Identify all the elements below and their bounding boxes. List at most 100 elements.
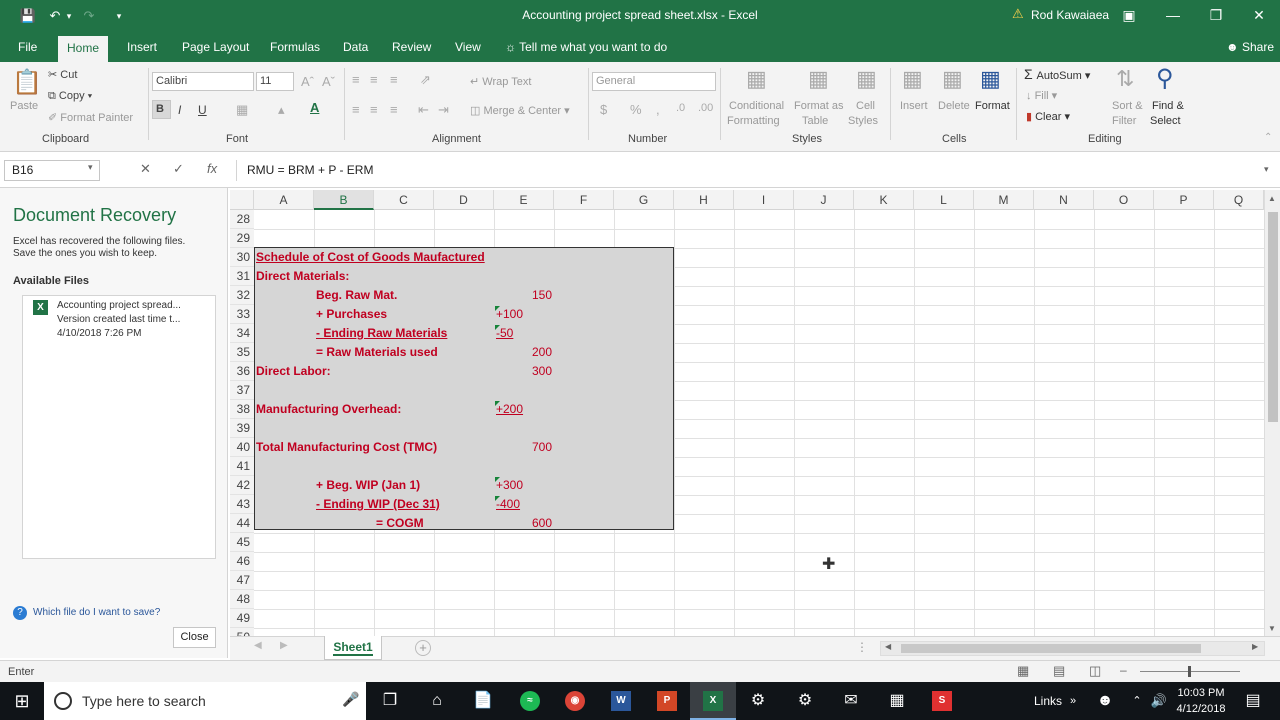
column-header[interactable]: G [614, 190, 674, 210]
toolbar-expand-icon[interactable]: » [1060, 689, 1086, 713]
direct-materials-label[interactable]: Direct Materials: [256, 267, 349, 286]
format-cells-icon[interactable]: ▦ [980, 66, 1001, 92]
column-header[interactable]: H [674, 190, 734, 210]
orientation-icon[interactable]: ⇗ [420, 72, 431, 88]
row-header[interactable]: 46 [230, 552, 254, 571]
raw-used-label[interactable]: = Raw Materials used [316, 343, 438, 362]
tab-view[interactable]: View [446, 32, 490, 62]
top-align-icon[interactable]: ≡ [352, 72, 360, 87]
direct-labor-value[interactable]: 300 [532, 362, 552, 381]
vertical-scrollbar[interactable]: ▲ ▼ [1264, 190, 1280, 636]
row-header[interactable]: 35 [230, 343, 254, 362]
align-center-icon[interactable]: ≡ [370, 102, 378, 117]
italic-button[interactable]: I [178, 103, 181, 117]
row-header[interactable]: 33 [230, 305, 254, 324]
prev-sheet-icon[interactable]: ◀ [254, 640, 262, 651]
task-view-icon[interactable]: ❐ [377, 689, 403, 713]
ending-raw-value[interactable]: -50 [496, 324, 513, 343]
row-header[interactable]: 50 [230, 628, 254, 636]
home-icon[interactable]: ⌂ [424, 689, 450, 713]
settings-icon[interactable]: ⚙ [792, 689, 818, 713]
bottom-align-icon[interactable]: ≡ [390, 72, 398, 87]
row-header[interactable]: 45 [230, 533, 254, 552]
tab-home[interactable]: Home [58, 36, 109, 62]
column-header[interactable]: J [794, 190, 854, 210]
cell-styles-label-2[interactable]: Styles [848, 115, 878, 127]
percent-icon[interactable]: % [630, 102, 642, 117]
horizontal-scrollbar[interactable]: ◀ ▶ [880, 641, 1265, 656]
row-header[interactable]: 29 [230, 229, 254, 248]
clear-button[interactable]: ▮ Clear ▾ [1026, 110, 1070, 123]
format-as-table-label-2[interactable]: Table [802, 115, 828, 127]
column-header[interactable]: O [1094, 190, 1154, 210]
beg-raw-value[interactable]: 150 [532, 286, 552, 305]
column-header[interactable]: M [974, 190, 1034, 210]
undo-dropdown-icon[interactable]: ▾ [64, 6, 74, 26]
tab-page-layout[interactable]: Page Layout [173, 32, 258, 62]
volume-icon[interactable]: 🔊 [1146, 689, 1172, 713]
row-header[interactable]: 42 [230, 476, 254, 495]
scroll-up-icon[interactable]: ▲ [1268, 194, 1276, 203]
beg-wip-value[interactable]: +300 [496, 476, 523, 495]
increase-font-icon[interactable]: Aˆ [301, 74, 314, 89]
sheet-tab-sheet1[interactable]: Sheet1 [324, 636, 382, 660]
currency-icon[interactable]: $ [600, 102, 607, 117]
expand-formula-icon[interactable]: ▾ [1264, 164, 1269, 175]
tab-data[interactable]: Data [334, 32, 377, 62]
recovery-close-button[interactable]: Close [173, 627, 216, 648]
row-header[interactable]: 31 [230, 267, 254, 286]
recovery-help-link[interactable]: ? Which file do I want to save? [13, 606, 160, 620]
row-header[interactable]: 36 [230, 362, 254, 381]
beg-raw-label[interactable]: Beg. Raw Mat. [316, 286, 397, 305]
redo-icon[interactable]: ↷ [80, 6, 98, 26]
column-header[interactable]: E [494, 190, 554, 210]
font-name-box[interactable]: Calibri [152, 72, 254, 91]
word-icon[interactable]: W [611, 691, 631, 711]
add-sheet-icon[interactable]: + [415, 640, 431, 656]
minimize-icon[interactable]: — [1151, 0, 1195, 30]
spotify-icon[interactable]: ≈ [520, 691, 540, 711]
end-wip-label[interactable]: - Ending WIP (Dec 31) [316, 495, 440, 514]
customize-quick-access-icon[interactable]: ▾ [112, 6, 126, 26]
row-header[interactable]: 30 [230, 248, 254, 267]
format-as-table-label[interactable]: Format as [794, 100, 844, 112]
name-box[interactable]: B16 [4, 160, 100, 181]
tmc-label[interactable]: Total Manufacturing Cost (TMC) [256, 438, 437, 457]
font-size-box[interactable]: 11 [256, 72, 294, 91]
tmc-value[interactable]: 700 [532, 438, 552, 457]
maximize-icon[interactable]: ❐ [1194, 0, 1238, 30]
row-header[interactable]: 41 [230, 457, 254, 476]
column-header[interactable]: B [314, 190, 374, 210]
ribbon-display-options-icon[interactable]: ▣ [1107, 0, 1151, 30]
merge-center-button[interactable]: ◫ Merge & Center ▾ [470, 104, 570, 117]
scroll-down-icon[interactable]: ▼ [1268, 624, 1276, 633]
normal-view-icon[interactable]: ▦ [1017, 663, 1029, 679]
delete-cells-icon[interactable]: ▦ [942, 66, 963, 92]
column-header[interactable]: N [1034, 190, 1094, 210]
excel-taskbar-button[interactable]: X [690, 682, 736, 720]
enter-entry-icon[interactable]: ✓ [173, 161, 184, 177]
taskbar-search[interactable]: Type here to search 🎤 [44, 682, 366, 720]
wrap-text-button[interactable]: ↵ Wrap Text [470, 75, 531, 88]
cell-styles-icon[interactable]: ▦ [856, 66, 877, 92]
sort-filter-icon[interactable]: ⇅ [1116, 66, 1134, 92]
edge-icon[interactable]: ⚙ [745, 689, 771, 713]
insert-cells-icon[interactable]: ▦ [902, 66, 923, 92]
column-header[interactable]: D [434, 190, 494, 210]
conditional-formatting-label[interactable]: Conditional [729, 100, 784, 112]
chrome-icon[interactable]: ◉ [565, 691, 585, 711]
paste-icon[interactable]: 📋 [12, 68, 42, 97]
format-painter-button[interactable]: ✐ Format Painter [48, 111, 133, 124]
paste-button[interactable]: Paste [10, 100, 38, 112]
cogm-label[interactable]: = COGM [376, 514, 424, 533]
middle-align-icon[interactable]: ≡ [370, 72, 378, 87]
tab-file[interactable]: File [9, 32, 46, 62]
increase-indent-icon[interactable]: ⇥ [438, 102, 449, 118]
microphone-icon[interactable]: 🎤 [342, 691, 359, 708]
decrease-decimal-icon[interactable]: .00 [698, 102, 713, 114]
row-header[interactable]: 47 [230, 571, 254, 590]
row-header[interactable]: 48 [230, 590, 254, 609]
close-icon[interactable]: ✕ [1237, 0, 1280, 30]
align-left-icon[interactable]: ≡ [352, 102, 360, 117]
zoom-slider-thumb[interactable] [1188, 666, 1191, 677]
